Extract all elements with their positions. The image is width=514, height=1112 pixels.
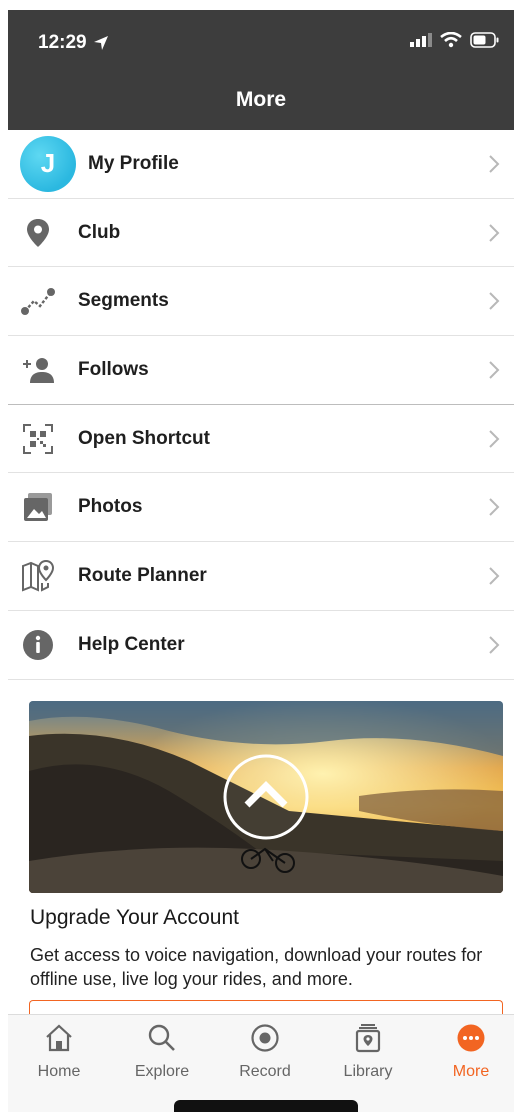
segments-icon bbox=[21, 288, 55, 316]
menu-item-label: Route Planner bbox=[78, 564, 207, 586]
search-icon bbox=[148, 1024, 175, 1051]
home-indicator bbox=[174, 1100, 358, 1112]
top-bar: 12:29 More bbox=[8, 10, 514, 130]
menu-item-label: Help Center bbox=[78, 633, 185, 655]
menu-item-route-planner[interactable]: Route Planner bbox=[8, 542, 514, 611]
info-icon bbox=[23, 629, 53, 660]
tab-label: Explore bbox=[134, 1063, 190, 1080]
qr-code-icon bbox=[23, 423, 53, 454]
tab-bar: Home Explore Record Library More bbox=[8, 1014, 514, 1112]
menu-item-photos[interactable]: Photos bbox=[8, 473, 514, 543]
tab-explore[interactable]: Explore bbox=[117, 1023, 207, 1081]
menu-item-open-shortcut[interactable]: Open Shortcut bbox=[8, 404, 514, 474]
location-pin-icon bbox=[27, 218, 49, 247]
tab-home[interactable]: Home bbox=[14, 1023, 104, 1081]
sunset-landscape-image bbox=[29, 701, 503, 893]
chevron-right-icon bbox=[489, 429, 500, 448]
menu-item-label: My Profile bbox=[88, 152, 179, 174]
chevron-right-icon bbox=[489, 498, 500, 516]
status-bar: 12:29 bbox=[8, 10, 514, 72]
wifi-icon bbox=[440, 32, 462, 48]
tab-label: Record bbox=[239, 1063, 291, 1080]
home-icon bbox=[46, 1024, 72, 1052]
upgrade-promo-image[interactable] bbox=[29, 701, 503, 893]
menu-item-follows[interactable]: Follows bbox=[8, 336, 514, 405]
library-icon bbox=[355, 1024, 381, 1053]
promo-title: Upgrade Your Account bbox=[30, 906, 239, 929]
menu-item-label: Follows bbox=[78, 358, 149, 380]
chevron-right-icon bbox=[489, 292, 500, 310]
chevron-right-icon bbox=[489, 223, 500, 242]
tab-label: Library bbox=[343, 1063, 393, 1080]
record-icon bbox=[251, 1024, 279, 1052]
status-time: 12:29 bbox=[38, 32, 109, 54]
chevron-right-icon bbox=[489, 361, 500, 379]
tab-label: Home bbox=[37, 1063, 81, 1080]
status-icons bbox=[410, 32, 500, 48]
avatar: J bbox=[20, 135, 76, 192]
map-pin-icon bbox=[22, 559, 55, 592]
menu-item-label: Club bbox=[78, 221, 121, 243]
menu-item-help-center[interactable]: Help Center bbox=[8, 610, 514, 680]
menu-item-club[interactable]: Club bbox=[8, 198, 514, 268]
more-icon bbox=[457, 1024, 485, 1052]
menu-item-my-profile[interactable]: J My Profile bbox=[8, 130, 514, 199]
tab-record[interactable]: Record bbox=[220, 1023, 310, 1081]
chevron-right-icon bbox=[489, 155, 500, 173]
menu-item-segments[interactable]: Segments bbox=[8, 267, 514, 337]
location-arrow-icon bbox=[93, 36, 108, 50]
promo-description: Get access to voice navigation, download… bbox=[30, 945, 483, 989]
battery-icon bbox=[470, 32, 499, 48]
photos-icon bbox=[24, 493, 52, 522]
tab-more[interactable]: More bbox=[426, 1023, 514, 1081]
chevron-right-icon bbox=[489, 635, 500, 654]
menu-item-label: Photos bbox=[78, 496, 143, 518]
screen: 12:29 More J My Profile Club Segments Fo… bbox=[0, 0, 514, 1112]
signal-icon bbox=[410, 33, 432, 47]
tab-label: More bbox=[452, 1063, 490, 1080]
menu-item-label: Open Shortcut bbox=[78, 427, 210, 449]
add-person-icon bbox=[23, 357, 54, 383]
more-menu: J My Profile Club Segments Follows Open … bbox=[8, 130, 514, 680]
menu-item-label: Segments bbox=[78, 290, 169, 312]
tab-library[interactable]: Library bbox=[323, 1023, 413, 1081]
page-title: More bbox=[235, 88, 287, 111]
chevron-right-icon bbox=[489, 567, 500, 585]
